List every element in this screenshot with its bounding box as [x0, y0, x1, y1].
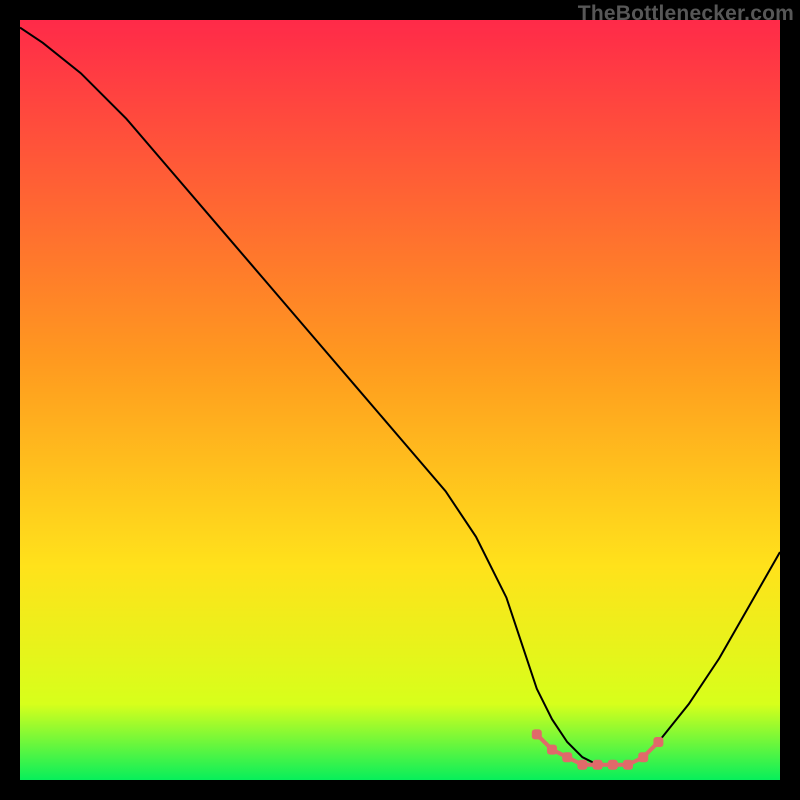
watermark-label: TheBottlenecker.com	[578, 2, 794, 26]
bottleneck-chart	[20, 20, 780, 780]
chart-background	[20, 20, 780, 780]
